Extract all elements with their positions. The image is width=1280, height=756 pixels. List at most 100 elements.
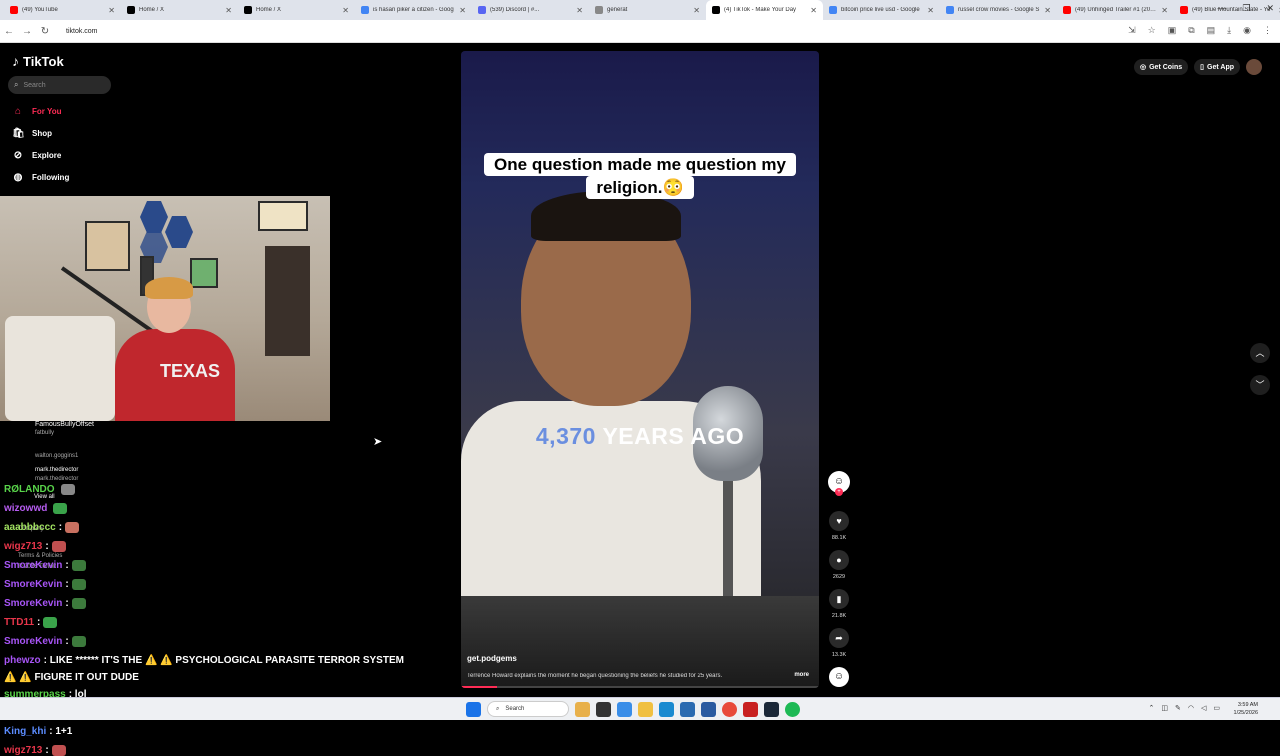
nav-for-you[interactable]: ⌂ For You <box>12 106 62 117</box>
network-icon[interactable]: ◫ <box>1161 704 1168 712</box>
sound-disc[interactable]: ☺ <box>826 667 852 687</box>
bookmark-star-icon[interactable]: ☆ <box>1148 25 1156 36</box>
reload-icon[interactable]: ↻ <box>36 26 54 37</box>
minimize-icon[interactable]: — <box>1217 3 1226 14</box>
tab-title: Home / X <box>256 7 282 13</box>
avatar[interactable]: ☺ + <box>828 471 850 496</box>
get-app-button[interactable]: ▯ Get App <box>1194 59 1240 75</box>
chat-text: : <box>65 560 69 572</box>
chat-username[interactable]: TTD11 <box>4 617 34 628</box>
previous-video-chevron-up-icon[interactable]: ︿ <box>1250 343 1270 363</box>
like-count: 88.1K <box>831 535 847 541</box>
chat-username[interactable]: aaabbbccc <box>4 522 56 533</box>
chat-username[interactable]: phewzo <box>4 655 41 666</box>
sidebar-icon[interactable]: ▤ <box>1207 25 1216 36</box>
toolbar-icons: ⇲ ☆ ▣ ⧉ ▤ ⤓ ◉ ⋮ <box>1128 25 1272 36</box>
clock[interactable]: 3:59 AM 1/25/2026 <box>1234 701 1258 717</box>
caption-text: One question made me question my religio… <box>484 153 796 199</box>
forward-icon[interactable]: → <box>18 26 36 37</box>
tiktok-logo[interactable]: ♪ TikTok <box>12 53 64 69</box>
browser-tab[interactable]: (4) TikTok - Make Your Day ✕ <box>706 0 823 20</box>
chat-username[interactable]: wizowwd <box>4 503 47 514</box>
browser-tab[interactable]: Home / X ✕ <box>238 0 355 20</box>
widgets-icon[interactable] <box>575 701 590 717</box>
url-field[interactable]: tiktok.com <box>66 28 98 35</box>
tab-close-icon[interactable]: ✕ <box>576 6 583 15</box>
pen-icon[interactable]: ✎ <box>1175 704 1181 712</box>
chat-message: SmoreKevin: <box>4 560 86 571</box>
comment-button[interactable]: ● 2629 <box>826 550 852 580</box>
chat-username[interactable]: SmoreKevin <box>4 560 62 571</box>
save-button[interactable]: ▮ 21.8K <box>826 589 852 619</box>
more-button[interactable]: more <box>794 672 809 678</box>
follow-plus-icon[interactable]: + <box>835 488 843 496</box>
tab-close-icon[interactable]: ✕ <box>1161 6 1168 15</box>
profile-icon[interactable]: ◉ <box>1243 25 1251 36</box>
share-button[interactable]: ➦ 13.3K <box>826 628 852 658</box>
browser-tab[interactable]: is hasan piker a citizen - Goog ✕ <box>355 0 472 20</box>
video-player[interactable]: One question made me question my religio… <box>461 51 819 688</box>
tab-title: is hasan piker a citizen - Goog <box>373 7 454 13</box>
volume-icon[interactable]: ◁ <box>1201 704 1206 712</box>
task-view-icon[interactable] <box>596 701 611 717</box>
chat-username[interactable]: SmoreKevin <box>4 579 62 590</box>
chrome-icon[interactable] <box>722 701 737 717</box>
edge-icon[interactable] <box>659 701 674 717</box>
chat-username[interactable]: RØLANDO <box>4 484 55 495</box>
chat-username[interactable]: wigz713 <box>4 745 42 756</box>
nav-following[interactable]: ◍ Following <box>12 172 70 183</box>
windows-start-icon[interactable] <box>466 701 481 717</box>
file-explorer-icon[interactable] <box>638 701 653 717</box>
wifi-icon[interactable]: ◠ <box>1188 704 1194 712</box>
chat-username[interactable]: King_khi <box>4 726 46 737</box>
search-input[interactable]: ⌕ Search <box>8 76 111 94</box>
creator-avatar[interactable]: ☺ + <box>826 471 852 496</box>
get-coins-button[interactable]: ◎ Get Coins <box>1134 59 1189 75</box>
next-video-chevron-down-icon[interactable]: ﹀ <box>1250 375 1270 395</box>
browser-tab[interactable]: bitcoin price live usd - Google ✕ <box>823 0 940 20</box>
maximize-icon[interactable]: ❐ <box>1242 3 1250 14</box>
mail-icon[interactable] <box>701 701 716 717</box>
tab-close-icon[interactable]: ✕ <box>810 6 817 15</box>
tray-chevron-icon[interactable]: ⌃ <box>1149 704 1155 712</box>
nav-shop[interactable]: 🛍 Shop <box>12 128 52 139</box>
nav-label: For You <box>32 107 62 116</box>
browser-tab[interactable]: Home / X ✕ <box>121 0 238 20</box>
tab-close-icon[interactable]: ✕ <box>927 6 934 15</box>
battery-icon[interactable]: ▭ <box>1213 704 1220 712</box>
browser-tab[interactable]: (539) Discord | #... ✕ <box>472 0 589 20</box>
tab-close-icon[interactable]: ✕ <box>108 6 115 15</box>
menu-icon[interactable]: ⋮ <box>1263 25 1272 36</box>
browser-tab[interactable]: generat ✕ <box>589 0 706 20</box>
taskbar-search[interactable]: ⌕ Search <box>487 701 569 717</box>
tab-close-icon[interactable]: ✕ <box>342 6 349 15</box>
video-progress-bar[interactable] <box>461 686 819 688</box>
tab-title: russel crow movies - Google S <box>958 7 1040 13</box>
extension-icon[interactable]: ▣ <box>1168 25 1177 36</box>
browser-tab[interactable]: russel crow movies - Google S ✕ <box>940 0 1057 20</box>
chat-username[interactable]: SmoreKevin <box>4 598 62 609</box>
back-icon[interactable]: ← <box>0 26 18 37</box>
browser-tab[interactable]: (49) YouTube ✕ <box>4 0 121 20</box>
puzzle-icon[interactable]: ⧉ <box>1188 25 1194 36</box>
spotify-icon[interactable] <box>785 701 800 717</box>
store-icon[interactable] <box>680 701 695 717</box>
close-window-icon[interactable]: ✕ <box>1266 3 1274 14</box>
install-icon[interactable]: ⇲ <box>1128 25 1136 36</box>
app-icon[interactable] <box>743 701 758 717</box>
tab-favicon-icon <box>946 6 954 14</box>
steam-icon[interactable] <box>764 701 779 717</box>
chat-username[interactable]: wigz713 <box>4 541 42 552</box>
tab-close-icon[interactable]: ✕ <box>693 6 700 15</box>
nav-explore[interactable]: ⊘ Explore <box>12 150 62 161</box>
tab-close-icon[interactable]: ✕ <box>1044 6 1051 15</box>
copilot-icon[interactable] <box>617 701 632 717</box>
tab-close-icon[interactable]: ✕ <box>225 6 232 15</box>
downloads-icon[interactable]: ⤓ <box>1227 25 1231 36</box>
video-author[interactable]: get.podgems <box>467 654 517 663</box>
like-button[interactable]: ♥ 88.1K <box>826 511 852 541</box>
chat-username[interactable]: SmoreKevin <box>4 636 62 647</box>
browser-tab[interactable]: (49) Unhinged Trailer #1 (202... ✕ <box>1057 0 1174 20</box>
user-avatar[interactable] <box>1246 59 1262 75</box>
tab-close-icon[interactable]: ✕ <box>459 6 466 15</box>
